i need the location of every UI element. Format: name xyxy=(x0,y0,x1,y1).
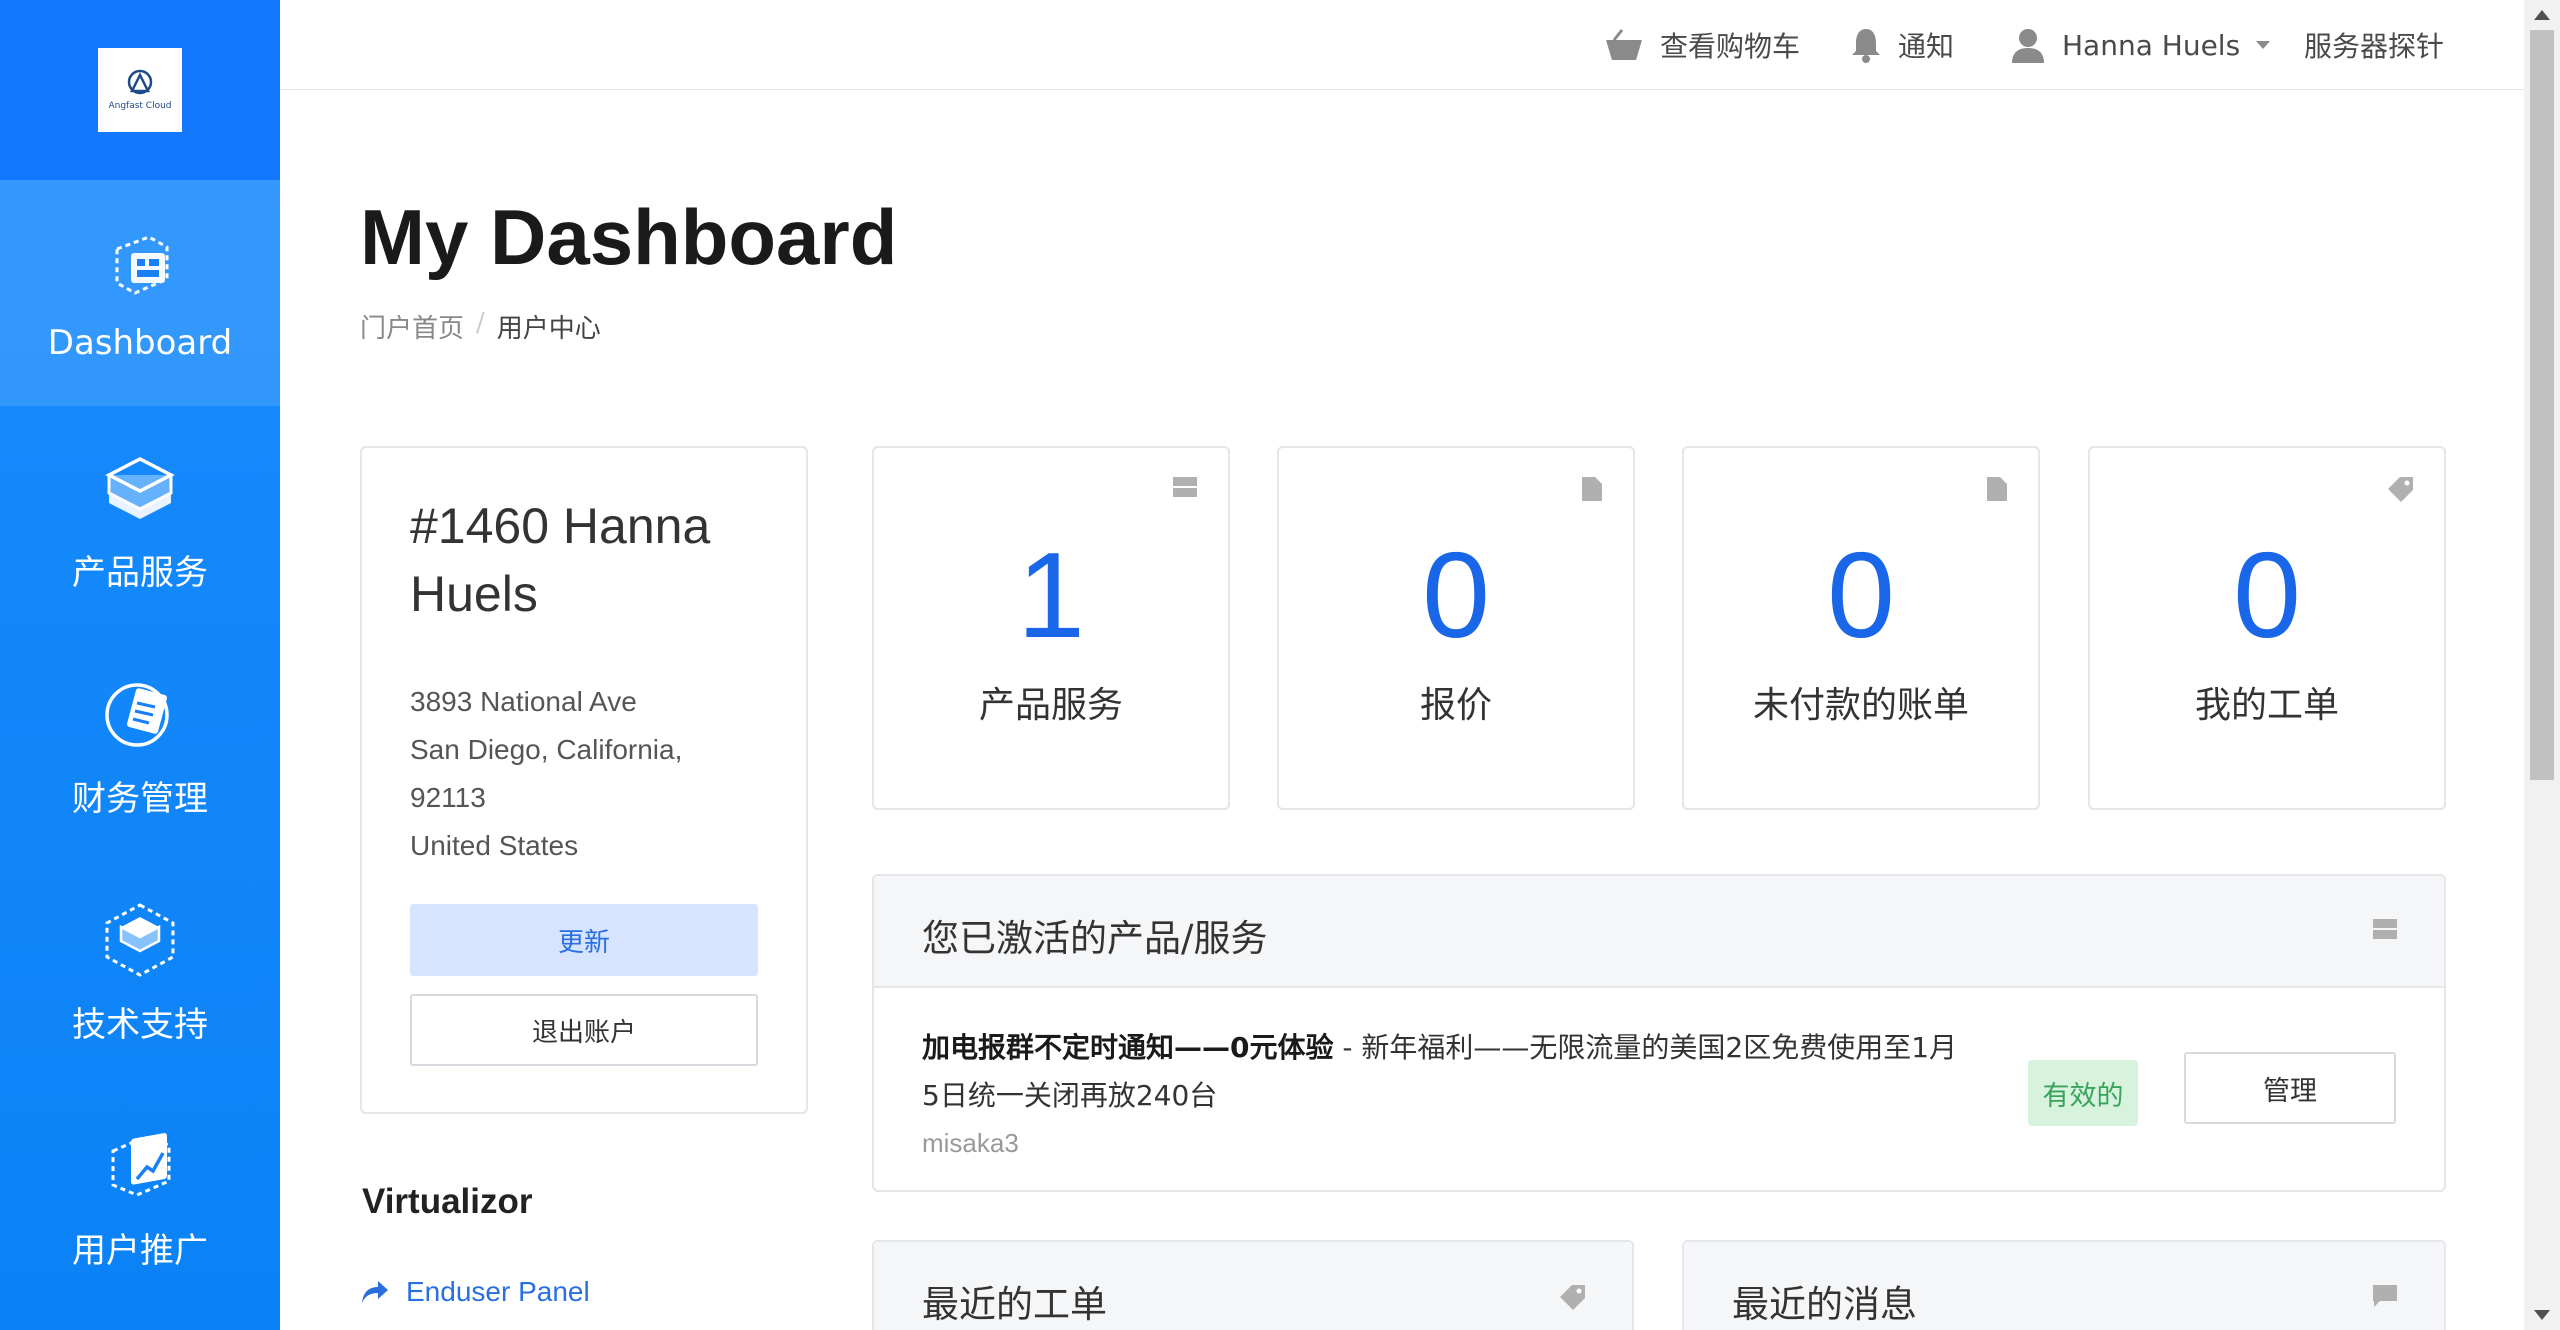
logo-mark-icon xyxy=(127,69,153,95)
stat-label: 我的工单 xyxy=(2194,685,2339,726)
bell-icon xyxy=(1852,29,1880,63)
sidebar-item-label: 技术支持 xyxy=(72,1004,208,1045)
address-zip: 92113 xyxy=(410,782,486,813)
profile-card: #1460 Hanna Huels 3893 National Ave San … xyxy=(360,446,808,1114)
referral-chart-icon xyxy=(111,1132,171,1197)
scroll-thumb[interactable] xyxy=(2530,30,2554,780)
tag-icon xyxy=(2388,477,2413,502)
stat-card-services[interactable]: 1 产品服务 xyxy=(872,446,1230,810)
sidebar-item-label: 产品服务 xyxy=(72,552,208,593)
service-username: misaka3 xyxy=(922,1128,1019,1158)
scroll-up-arrow[interactable] xyxy=(2534,10,2550,20)
sidebar-item-referral[interactable]: 用户推广 xyxy=(0,1084,280,1310)
scroll-down-arrow[interactable] xyxy=(2534,1310,2550,1320)
share-arrow-icon xyxy=(362,1281,388,1303)
profile-address: 3893 National Ave San Diego, California,… xyxy=(410,678,758,870)
sidebar-item-label: 用户推广 xyxy=(72,1230,208,1271)
server-icon xyxy=(1173,477,1197,497)
cart-link[interactable]: 查看购物车 xyxy=(1604,22,1800,68)
stat-card-unpaid-invoices[interactable]: 0 未付款的账单 xyxy=(1682,446,2040,810)
enduser-panel-link[interactable]: Enduser Panel xyxy=(360,1276,590,1308)
product-box-icon xyxy=(105,456,175,519)
comment-icon xyxy=(2373,1285,2397,1307)
virtualizor-title: Virtualizor xyxy=(362,1182,533,1221)
sidebar-item-label: Dashboard xyxy=(47,323,233,363)
dashboard-icon xyxy=(115,235,169,295)
breadcrumb-home[interactable]: 门户首页 xyxy=(360,308,464,345)
stat-card-quotes[interactable]: 0 报价 xyxy=(1277,446,1635,810)
stat-value: 1 xyxy=(1017,527,1085,663)
stat-label: 报价 xyxy=(1419,685,1492,726)
active-services-panel: 您已激活的产品/服务 加电报群不定时通知——0元体验 - 新年福利——无限流量的… xyxy=(872,874,2446,1192)
caret-down-icon xyxy=(2256,41,2271,49)
notifications-link[interactable]: 通知 xyxy=(1850,22,1954,68)
stat-value: 0 xyxy=(2233,527,2301,663)
update-button[interactable]: 更新 xyxy=(410,904,758,976)
stat-value: 0 xyxy=(1422,527,1490,663)
sidebar-item-finance[interactable]: 财务管理 xyxy=(0,632,280,858)
service-item[interactable]: 加电报群不定时通知——0元体验 - 新年福利——无限流量的美国2区免费使用至1月… xyxy=(922,1024,1962,1120)
document-icon xyxy=(1582,477,1602,501)
logo-area[interactable]: Angfast Cloud xyxy=(0,0,280,180)
manage-button[interactable]: 管理 xyxy=(2184,1052,2396,1124)
tag-icon xyxy=(1560,1285,1585,1310)
stat-label: 产品服务 xyxy=(978,685,1123,726)
panel-title: 您已激活的产品/服务 xyxy=(922,917,1268,960)
top-bar: 查看购物车 通知 Hanna Huels 服务器探针 xyxy=(280,0,2524,90)
stat-label: 未付款的账单 xyxy=(1752,685,1969,726)
server-icon xyxy=(2373,919,2397,939)
enduser-panel-label: Enduser Panel xyxy=(406,1276,590,1307)
user-menu[interactable]: Hanna Huels xyxy=(2010,22,2272,68)
support-box-icon xyxy=(105,902,175,977)
logo[interactable]: Angfast Cloud xyxy=(98,48,182,132)
sidebar-item-label: 财务管理 xyxy=(72,778,208,819)
user-icon xyxy=(2012,29,2044,63)
sidebar-item-support[interactable]: 技术支持 xyxy=(0,858,280,1084)
breadcrumb: 门户首页 / 用户中心 xyxy=(360,308,601,345)
recent-tickets-panel: 最近的工单 xyxy=(872,1240,1634,1330)
basket-icon xyxy=(1606,29,1642,60)
stat-value: 0 xyxy=(1827,527,1895,663)
address-line-2: San Diego, California, xyxy=(410,734,683,765)
user-name: Hanna Huels xyxy=(2062,28,2241,62)
service-name: 加电报群不定时通知——0元体验 xyxy=(922,1031,1334,1064)
scrollbar[interactable] xyxy=(2524,0,2560,1330)
panel-title: 最近的工单 xyxy=(922,1283,1107,1326)
breadcrumb-current: 用户中心 xyxy=(496,314,601,344)
address-line-1: 3893 National Ave xyxy=(410,686,637,717)
server-probe-label: 服务器探针 xyxy=(2304,30,2445,63)
sidebar-item-products[interactable]: 产品服务 xyxy=(0,406,280,632)
panel-header: 最近的工单 xyxy=(874,1242,1632,1330)
status-badge: 有效的 xyxy=(2028,1060,2138,1126)
recent-news-panel: 最近的消息 xyxy=(1682,1240,2446,1330)
stat-card-tickets[interactable]: 0 我的工单 xyxy=(2088,446,2446,810)
logo-text: Angfast Cloud xyxy=(108,101,172,111)
document-icon xyxy=(1987,477,2007,501)
panel-title: 最近的消息 xyxy=(1732,1283,1917,1326)
server-probe-link[interactable]: 服务器探针 xyxy=(2304,22,2444,68)
panel-header: 最近的消息 xyxy=(1684,1242,2444,1330)
address-country: United States xyxy=(410,830,579,861)
page-title: My Dashboard xyxy=(360,193,898,281)
notifications-label: 通知 xyxy=(1898,30,1955,63)
cart-label: 查看购物车 xyxy=(1660,30,1801,63)
logout-button[interactable]: 退出账户 xyxy=(410,994,758,1066)
sidebar: Angfast Cloud Dashboard 产品服务 财务管理 技术支持 用… xyxy=(0,0,280,1330)
panel-header: 您已激活的产品/服务 xyxy=(874,876,2444,988)
sidebar-item-dashboard[interactable]: Dashboard xyxy=(0,180,280,406)
finance-document-icon xyxy=(105,682,169,747)
breadcrumb-separator: / xyxy=(476,308,485,338)
profile-name: #1460 Hanna Huels xyxy=(410,498,711,622)
